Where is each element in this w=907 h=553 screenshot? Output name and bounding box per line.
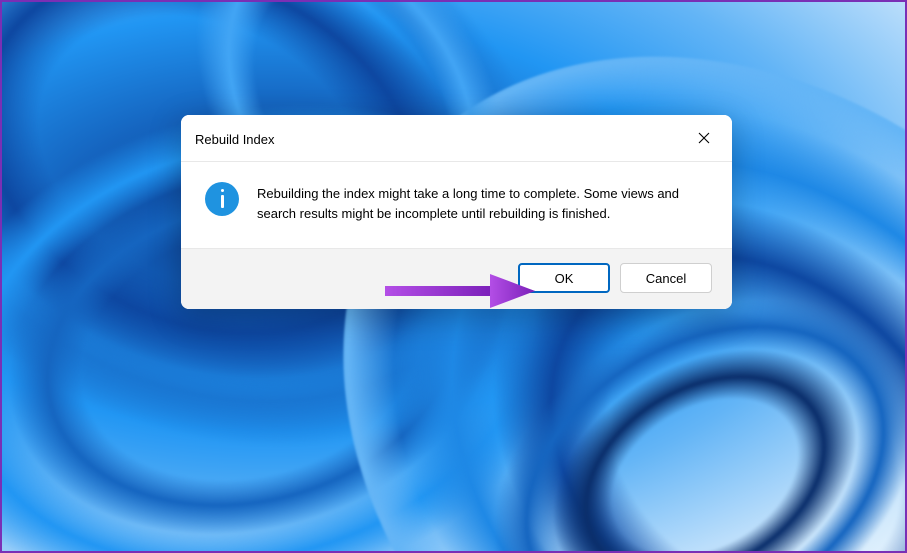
cancel-button[interactable]: Cancel — [620, 263, 712, 293]
dialog-message: Rebuilding the index might take a long t… — [257, 182, 712, 224]
close-icon — [698, 132, 710, 147]
ok-button[interactable]: OK — [518, 263, 610, 293]
info-icon — [205, 182, 239, 216]
dialog-titlebar: Rebuild Index — [181, 115, 732, 161]
dialog-content: Rebuilding the index might take a long t… — [181, 162, 732, 248]
close-button[interactable] — [690, 125, 718, 153]
dialog-button-bar: OK Cancel — [181, 248, 732, 309]
dialog-title: Rebuild Index — [195, 132, 275, 147]
rebuild-index-dialog: Rebuild Index Rebuilding the index might… — [181, 115, 732, 309]
